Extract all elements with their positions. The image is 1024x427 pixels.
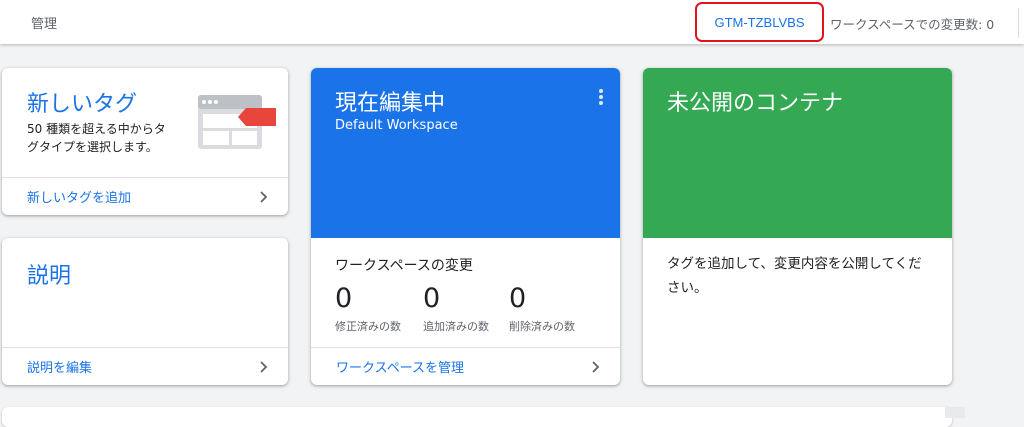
- unpublished-message: タグを追加して、変更内容を公開してください。: [667, 256, 922, 296]
- edit-description-link[interactable]: 説明を編集: [2, 347, 288, 385]
- current-workspace-card: 現在編集中 Default Workspace ワークスペースの変更 0 修正済…: [311, 68, 620, 385]
- added-stat: 0 追加済みの数: [423, 282, 489, 334]
- new-tag-description: 50 種類を超える中からタグタイプを選択します。: [27, 122, 166, 154]
- bottom-card-edge: [2, 407, 952, 427]
- added-count: 0: [423, 283, 441, 314]
- topbar-divider: [1018, 8, 1019, 38]
- more-vert-icon[interactable]: [598, 88, 604, 106]
- new-tag-card[interactable]: 新しいタグ 50 種類を超える中からタグタイプを選択します。 新しいタグを追加: [2, 68, 288, 215]
- unpublished-header: 未公開のコンテナ: [643, 68, 952, 238]
- unpublished-title: 未公開のコンテナ: [667, 91, 844, 116]
- unpublished-container-card: 未公開のコンテナ タグを追加して、変更内容を公開してください。: [643, 68, 952, 385]
- workspace-name: Default Workspace: [335, 118, 458, 133]
- chevron-right-icon: [592, 361, 600, 373]
- container-id-highlight: GTM-TZBLVBS: [695, 2, 824, 42]
- added-label: 追加済みの数: [423, 320, 489, 333]
- modified-label: 修正済みの数: [335, 320, 401, 333]
- modified-count: 0: [335, 283, 353, 314]
- workspace-header: 現在編集中 Default Workspace: [311, 68, 620, 238]
- deleted-count: 0: [509, 283, 527, 314]
- top-bar: 管理 GTM-TZBLVBS ワークスペースでの変更数: 0: [0, 0, 1024, 44]
- description-title: 説明: [27, 264, 72, 289]
- deleted-label: 削除済みの数: [509, 320, 575, 333]
- add-new-tag-label: 新しいタグを追加: [27, 191, 132, 206]
- scroll-indicator: [945, 407, 965, 418]
- chevron-right-icon: [260, 191, 268, 203]
- add-new-tag-link[interactable]: 新しいタグを追加: [2, 177, 288, 215]
- tag-illustration-icon: [198, 95, 276, 149]
- chevron-right-icon: [260, 361, 268, 373]
- workspace-changes-count[interactable]: ワークスペースでの変更数: 0: [830, 14, 994, 33]
- manage-workspaces-link[interactable]: ワークスペースを管理: [311, 347, 620, 385]
- modified-stat: 0 修正済みの数: [335, 282, 401, 334]
- deleted-stat: 0 削除済みの数: [509, 282, 575, 334]
- description-card: 説明 説明を編集: [2, 238, 288, 385]
- container-id-link[interactable]: GTM-TZBLVBS: [697, 4, 822, 40]
- workspace-changes-title: ワークスペースの変更: [335, 258, 473, 274]
- admin-label[interactable]: 管理: [31, 13, 57, 32]
- workspace-title: 現在編集中: [335, 91, 446, 116]
- manage-workspaces-label: ワークスペースを管理: [336, 361, 465, 376]
- edit-description-label: 説明を編集: [27, 361, 93, 376]
- new-tag-title[interactable]: 新しいタグ: [27, 86, 137, 118]
